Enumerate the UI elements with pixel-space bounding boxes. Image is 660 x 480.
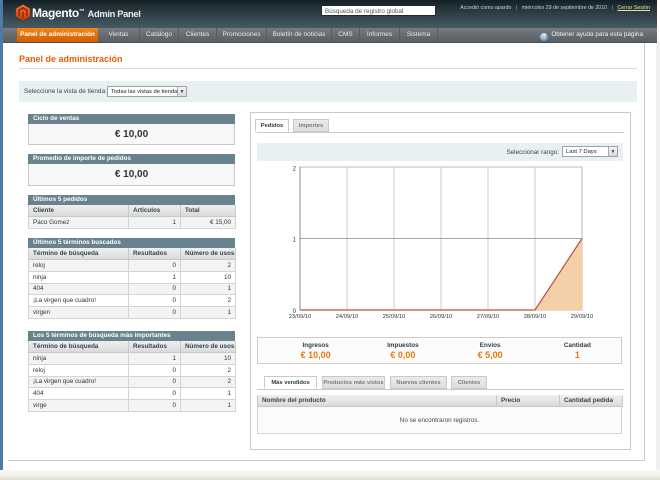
svg-text:28/09/10: 28/09/10 (524, 314, 547, 320)
svg-text:1: 1 (293, 238, 297, 244)
svg-text:23/09/10: 23/09/10 (289, 314, 312, 320)
svg-text:29/09/10: 29/09/10 (571, 314, 594, 320)
svg-text:27/09/10: 27/09/10 (477, 314, 500, 320)
svg-text:2: 2 (293, 167, 297, 173)
svg-text:26/09/10: 26/09/10 (430, 314, 453, 320)
svg-text:24/09/10: 24/09/10 (336, 314, 359, 320)
svg-text:25/09/10: 25/09/10 (383, 314, 406, 320)
